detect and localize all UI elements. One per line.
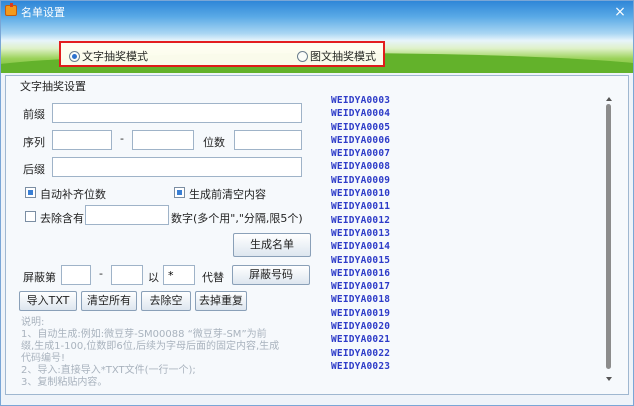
list-scrollbar[interactable] — [605, 95, 613, 381]
sequence-to-input[interactable] — [132, 130, 194, 150]
list-item[interactable]: WEIDYA0007 — [331, 148, 601, 161]
sequence-from-input[interactable] — [52, 130, 112, 150]
list-item[interactable]: WEIDYA0019 — [331, 308, 601, 321]
suffix-label: 后缀 — [23, 163, 45, 176]
mask-dash: - — [99, 267, 103, 280]
mode-selector: 文字抽奖模式 图文抽奖模式 — [59, 41, 385, 67]
list-item[interactable]: WEIDYA0023 — [331, 361, 601, 370]
list-item[interactable]: WEIDYA0016 — [331, 268, 601, 281]
mask-from-input[interactable] — [61, 265, 91, 285]
remove-blank-button[interactable]: 去除空 — [141, 291, 191, 311]
instruction-line: 代码编号! — [21, 353, 66, 364]
mask-label: 屏蔽第 — [23, 271, 56, 284]
settings-window: 名单设置 × 文字抽奖模式 图文抽奖模式 文字抽奖设置 前缀 序列 - 位数 后… — [0, 0, 634, 406]
list-item[interactable]: WEIDYA0014 — [331, 241, 601, 254]
mask-to-input[interactable] — [111, 265, 143, 285]
sequence-dash: - — [120, 132, 124, 145]
list-item[interactable]: WEIDYA0021 — [331, 334, 601, 347]
app-icon — [5, 3, 17, 16]
scroll-up-icon[interactable] — [606, 97, 612, 101]
import-txt-button[interactable]: 导入TXT — [19, 291, 77, 311]
clear-before-label: 生成前清空内容 — [189, 188, 266, 201]
header-banner: 名单设置 × 文字抽奖模式 图文抽奖模式 — [1, 1, 633, 73]
mask-with-label: 以 — [148, 271, 159, 284]
list-item[interactable]: WEIDYA0006 — [331, 135, 601, 148]
instruction-line: 3、复制粘贴内容。 — [21, 377, 108, 388]
list-item[interactable]: WEIDYA0015 — [331, 255, 601, 268]
list-item[interactable]: WEIDYA0009 — [331, 175, 601, 188]
instructions: 说明: 1、自动生成:例如:微豆芽-SM00088 “微豆芽-SM”为前 缀,生成1… — [21, 317, 311, 389]
mask-char-input[interactable] — [163, 265, 195, 285]
list-item[interactable]: WEIDYA0005 — [331, 122, 601, 135]
list-item[interactable]: WEIDYA0011 — [331, 201, 601, 214]
mask-number-button[interactable]: 屏蔽号码 — [232, 265, 310, 285]
instruction-line: 说明: — [21, 317, 45, 328]
digits-input[interactable] — [234, 130, 302, 150]
list-item[interactable]: WEIDYA0018 — [331, 294, 601, 307]
instruction-line: 1、自动生成:例如:微豆芽-SM00088 “微豆芽-SM”为前 — [21, 329, 267, 340]
list-item[interactable]: WEIDYA0017 — [331, 281, 601, 294]
generate-list-button[interactable]: 生成名单 — [233, 233, 311, 257]
sequence-label: 序列 — [23, 136, 45, 149]
instruction-line: 缀,生成1-100,位数即6位,后续为字母后面的固定内容,生成 — [21, 341, 280, 352]
prefix-input[interactable] — [52, 103, 302, 123]
remove-digits-input[interactable] — [85, 205, 169, 225]
name-list[interactable]: WEIDYA0003 WEIDYA0004 WEIDYA0005 WEIDYA0006… — [331, 95, 601, 370]
list-item[interactable]: WEIDYA0010 — [331, 188, 601, 201]
list-item[interactable]: WEIDYA0003 — [331, 95, 601, 108]
radio-selected-icon — [69, 50, 80, 62]
auto-pad-checkbox[interactable] — [25, 187, 36, 198]
clear-all-button[interactable]: 清空所有 — [81, 291, 137, 311]
remove-duplicate-button[interactable]: 去掉重复 — [195, 291, 247, 311]
scroll-thumb[interactable] — [606, 104, 611, 369]
list-item[interactable]: WEIDYA0020 — [331, 321, 601, 334]
scroll-down-icon[interactable] — [606, 377, 612, 381]
clear-before-checkbox[interactable] — [174, 187, 185, 198]
close-icon[interactable]: × — [613, 5, 627, 19]
remove-hint: 数字(多个用","分隔,限5个) — [171, 212, 303, 225]
prefix-label: 前缀 — [23, 108, 45, 121]
list-item[interactable]: WEIDYA0012 — [331, 215, 601, 228]
radio-image-mode-label: 图文抽奖模式 — [310, 50, 376, 63]
list-item[interactable]: WEIDYA0004 — [331, 108, 601, 121]
mask-replace-label: 代替 — [202, 271, 224, 284]
remove-label: 去除含有 — [40, 212, 84, 225]
digits-label: 位数 — [203, 136, 225, 149]
radio-text-mode-label: 文字抽奖模式 — [82, 50, 148, 63]
panel-title: 文字抽奖设置 — [20, 80, 86, 93]
instruction-line: 2、导入:直接导入*TXT文件(一行一个); — [21, 365, 196, 376]
suffix-input[interactable] — [52, 157, 302, 177]
list-item[interactable]: WEIDYA0013 — [331, 228, 601, 241]
radio-image-mode[interactable]: 图文抽奖模式 — [297, 49, 376, 63]
window-title: 名单设置 — [21, 6, 65, 19]
radio-text-mode[interactable]: 文字抽奖模式 — [69, 49, 148, 63]
auto-pad-label: 自动补齐位数 — [40, 188, 106, 201]
radio-unselected-icon — [297, 50, 308, 62]
list-item[interactable]: WEIDYA0022 — [331, 348, 601, 361]
remove-checkbox[interactable] — [25, 211, 36, 222]
list-item[interactable]: WEIDYA0008 — [331, 161, 601, 174]
